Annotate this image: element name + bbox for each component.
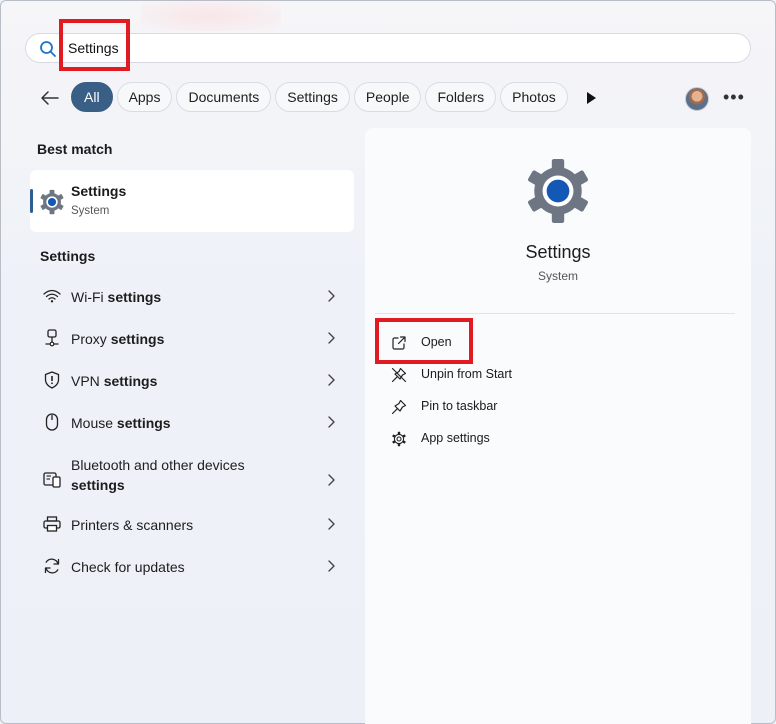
result-label: Bluetooth and other devices settings bbox=[71, 457, 245, 493]
proxy-icon bbox=[42, 328, 62, 348]
search-box[interactable] bbox=[25, 33, 751, 63]
filter-people[interactable]: People bbox=[353, 82, 422, 112]
wifi-icon bbox=[42, 286, 62, 306]
shield-icon bbox=[42, 370, 62, 390]
result-label: Check for updates bbox=[71, 559, 185, 575]
result-label: Wi-Fi settings bbox=[71, 289, 162, 305]
filter-photos[interactable]: Photos bbox=[500, 82, 568, 112]
selection-indicator bbox=[30, 189, 33, 213]
best-match-title: Settings bbox=[71, 183, 127, 199]
result-proxy-settings[interactable]: Proxy settings bbox=[30, 318, 354, 358]
action-label: Pin to taskbar bbox=[421, 399, 498, 413]
result-bluetooth-settings[interactable]: Bluetooth and other devices settings bbox=[30, 452, 354, 508]
action-open[interactable]: Open bbox=[385, 331, 685, 355]
best-match-settings[interactable]: Settings System bbox=[30, 170, 354, 232]
unpin-icon bbox=[391, 367, 407, 383]
chevron-right-icon bbox=[328, 416, 335, 428]
best-match-subtitle: System bbox=[71, 205, 110, 217]
filter-apps[interactable]: Apps bbox=[116, 82, 173, 112]
result-label: Printers & scanners bbox=[71, 517, 194, 533]
search-icon bbox=[40, 41, 56, 57]
back-arrow-icon bbox=[41, 91, 59, 105]
chevron-right-icon bbox=[328, 474, 335, 486]
chevron-right-icon bbox=[328, 290, 335, 302]
settings-app-icon bbox=[40, 189, 64, 215]
result-vpn-settings[interactable]: VPN settings bbox=[30, 360, 354, 400]
result-wifi-settings[interactable]: Wi-Fi settings bbox=[30, 276, 354, 316]
settings-large-icon bbox=[527, 159, 589, 223]
devices-icon bbox=[42, 470, 62, 490]
best-match-heading: Best match bbox=[37, 141, 113, 157]
pin-icon bbox=[391, 399, 407, 415]
more-options-button[interactable]: ••• bbox=[723, 87, 745, 107]
filter-all[interactable]: All bbox=[71, 82, 113, 112]
action-label: Open bbox=[421, 335, 452, 349]
chevron-right-icon bbox=[328, 560, 335, 572]
preview-subtitle: System bbox=[537, 269, 578, 283]
user-avatar[interactable] bbox=[685, 87, 709, 111]
divider bbox=[375, 313, 735, 314]
background-glow bbox=[141, 1, 281, 31]
result-label: Proxy settings bbox=[71, 331, 165, 347]
chevron-right-icon bbox=[328, 518, 335, 530]
result-check-for-updates[interactable]: Check for updates bbox=[30, 546, 354, 586]
chevron-right-icon bbox=[328, 374, 335, 386]
result-label: Mouse settings bbox=[71, 415, 171, 431]
result-mouse-settings[interactable]: Mouse settings bbox=[30, 402, 354, 442]
open-external-icon bbox=[392, 336, 406, 350]
result-printers-scanners[interactable]: Printers & scanners bbox=[30, 504, 354, 544]
filter-settings[interactable]: Settings bbox=[275, 82, 350, 112]
settings-section-heading: Settings bbox=[40, 248, 96, 264]
filter-chips: All Apps Documents Settings People Folde… bbox=[71, 82, 568, 112]
action-app-settings[interactable]: App settings bbox=[385, 427, 685, 451]
action-unpin-from-start[interactable]: Unpin from Start bbox=[385, 363, 685, 387]
update-icon bbox=[42, 556, 62, 576]
mouse-icon bbox=[42, 412, 62, 432]
back-button[interactable] bbox=[37, 85, 63, 111]
preview-pane: Settings System Open Unpin from Start Pi… bbox=[365, 128, 751, 724]
action-label: Unpin from Start bbox=[421, 367, 513, 381]
preview-title: Settings bbox=[525, 242, 591, 262]
gear-icon bbox=[392, 431, 406, 447]
action-pin-to-taskbar[interactable]: Pin to taskbar bbox=[385, 395, 685, 419]
search-input[interactable] bbox=[68, 37, 728, 59]
more-filters-play-icon[interactable] bbox=[585, 91, 597, 105]
printer-icon bbox=[42, 514, 62, 534]
result-label: VPN settings bbox=[71, 373, 158, 389]
filter-documents[interactable]: Documents bbox=[176, 82, 272, 112]
filter-folders[interactable]: Folders bbox=[425, 82, 497, 112]
chevron-right-icon bbox=[328, 332, 335, 344]
action-label: App settings bbox=[421, 431, 490, 445]
search-window: All Apps Documents Settings People Folde… bbox=[0, 0, 776, 724]
